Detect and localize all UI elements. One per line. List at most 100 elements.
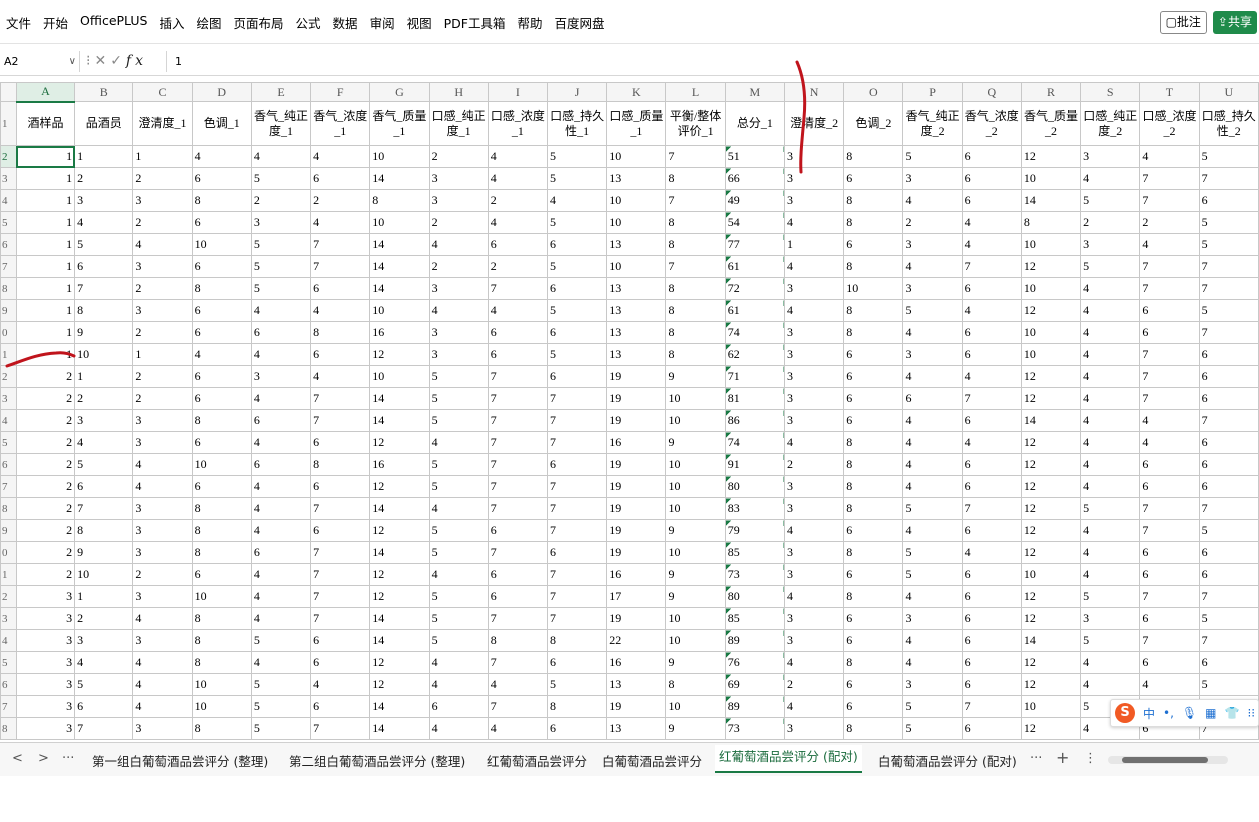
table-cell[interactable]: 83 — [724, 739, 785, 740]
header-cell[interactable]: 口感_持久性_1 — [546, 101, 608, 146]
table-cell[interactable]: 6 — [961, 475, 1022, 498]
table-cell[interactable]: 4 — [310, 673, 371, 696]
table-cell[interactable]: 14 — [369, 695, 430, 718]
table-cell[interactable]: 12 — [1020, 739, 1082, 740]
table-cell[interactable]: 10 — [665, 629, 726, 652]
table-cell[interactable]: 7 — [74, 277, 134, 300]
table-cell[interactable]: 4 — [783, 211, 845, 234]
table-cell[interactable]: 6 — [843, 167, 904, 190]
table-cell[interactable]: 8 — [665, 167, 726, 190]
table-cell[interactable]: 19 — [606, 519, 667, 542]
row-header[interactable]: 6 — [0, 233, 17, 256]
table-cell[interactable]: 8 — [191, 189, 252, 212]
table-cell[interactable]: 19 — [606, 497, 667, 520]
table-cell[interactable]: 5 — [250, 167, 312, 190]
table-cell[interactable]: 10 — [665, 695, 726, 718]
table-cell[interactable]: 3 — [74, 409, 134, 432]
table-cell[interactable]: 9 — [665, 431, 726, 454]
table-cell[interactable]: 7 — [487, 365, 548, 388]
table-cell[interactable]: 5 — [1080, 629, 1141, 652]
table-cell[interactable]: 4 — [310, 299, 371, 322]
table-cell[interactable]: 6 — [310, 475, 371, 498]
table-cell[interactable]: 4 — [250, 475, 312, 498]
table-cell[interactable]: 8 — [665, 673, 726, 696]
table-cell[interactable]: 14 — [1020, 629, 1082, 652]
menu-item[interactable]: 插入 — [159, 13, 184, 32]
table-cell[interactable]: 10 — [1020, 695, 1082, 718]
table-cell[interactable]: 8 — [191, 739, 252, 740]
column-header[interactable]: H — [428, 82, 489, 102]
table-cell[interactable]: 7 — [1139, 585, 1200, 608]
table-cell[interactable]: 4 — [1139, 145, 1200, 168]
table-cell[interactable]: 3 — [902, 277, 963, 300]
table-cell[interactable]: 6 — [487, 739, 548, 740]
row-header[interactable]: 2 — [0, 585, 17, 608]
table-cell[interactable]: 6 — [250, 453, 312, 476]
table-cell[interactable]: 2 — [15, 453, 76, 476]
table-cell[interactable]: 2 — [15, 519, 76, 542]
share-button[interactable]: ⇪共享 — [1212, 11, 1257, 34]
table-cell[interactable]: 7 — [1198, 255, 1259, 278]
table-cell[interactable]: 14 — [369, 167, 430, 190]
table-cell[interactable]: 10 — [74, 563, 134, 586]
table-cell[interactable]: 4 — [428, 673, 489, 696]
header-cell[interactable]: 平衡/整体评价_1 — [665, 101, 726, 146]
table-cell[interactable]: 10 — [665, 475, 726, 498]
table-cell[interactable]: 85 — [724, 607, 785, 630]
table-cell[interactable]: 4 — [1080, 541, 1141, 564]
table-cell[interactable]: 8 — [843, 497, 904, 520]
table-cell[interactable]: 5 — [1080, 255, 1141, 278]
table-cell[interactable]: 8 — [665, 343, 726, 366]
table-cell[interactable]: 8 — [191, 409, 252, 432]
table-cell[interactable]: 4 — [250, 519, 312, 542]
table-cell[interactable]: 9 — [665, 651, 726, 674]
table-cell[interactable]: 4 — [250, 607, 312, 630]
table-cell[interactable]: 8 — [843, 475, 904, 498]
table-cell[interactable]: 4 — [961, 431, 1022, 454]
table-cell[interactable]: 85 — [724, 541, 785, 564]
table-cell[interactable]: 8 — [665, 299, 726, 322]
table-cell[interactable]: 4 — [487, 673, 548, 696]
table-cell[interactable]: 4 — [1080, 453, 1141, 476]
table-cell[interactable]: 4 — [428, 299, 489, 322]
table-cell[interactable]: 3 — [132, 739, 193, 740]
table-cell[interactable]: 4 — [250, 563, 312, 586]
table-cell[interactable]: 6 — [902, 387, 963, 410]
ime-toolbar[interactable]: S 中 •, 🎙 ▦ 👕 ⁝⁝ — [1110, 699, 1259, 727]
table-cell[interactable]: 6 — [250, 321, 312, 344]
table-cell[interactable]: 12 — [369, 651, 430, 674]
table-cell[interactable]: 12 — [1020, 497, 1082, 520]
table-cell[interactable]: 6 — [843, 563, 904, 586]
table-cell[interactable]: 4 — [902, 453, 963, 476]
table-cell[interactable]: 6 — [546, 277, 608, 300]
table-cell[interactable]: 4 — [902, 255, 963, 278]
table-cell[interactable]: 9 — [665, 563, 726, 586]
table-cell[interactable]: 6 — [191, 211, 252, 234]
table-cell[interactable]: 3 — [783, 475, 845, 498]
table-cell[interactable]: 7 — [487, 409, 548, 432]
table-cell[interactable]: 2 — [132, 365, 193, 388]
apps-icon[interactable]: ⁝⁝ — [1247, 706, 1255, 720]
table-cell[interactable]: 6 — [310, 519, 371, 542]
table-cell[interactable]: 5 — [428, 365, 489, 388]
table-cell[interactable]: 6 — [961, 453, 1022, 476]
table-cell[interactable]: 10 — [191, 453, 252, 476]
table-cell[interactable]: 8 — [1020, 211, 1082, 234]
header-cell[interactable]: 澄清度_1 — [132, 101, 193, 146]
table-cell[interactable]: 8 — [191, 277, 252, 300]
table-cell[interactable]: 12 — [1020, 299, 1082, 322]
table-cell[interactable]: 5 — [428, 585, 489, 608]
table-cell[interactable]: 7 — [961, 387, 1022, 410]
punctuation-icon[interactable]: •, — [1163, 706, 1174, 720]
sheet-tab[interactable]: 白葡萄酒品尝评分 — [602, 751, 702, 770]
table-cell[interactable]: 8 — [191, 717, 252, 740]
table-cell[interactable]: 6 — [1139, 739, 1200, 740]
header-cell[interactable]: 口感_浓度_2 — [1139, 101, 1200, 146]
table-cell[interactable]: 1 — [15, 255, 76, 278]
table-cell[interactable]: 4 — [310, 211, 371, 234]
sheet-menu-button[interactable]: ⋮ — [1084, 751, 1097, 766]
table-cell[interactable]: 8 — [369, 189, 430, 212]
sheet-tab[interactable]: 白葡萄酒品尝评分 (配对) — [878, 751, 1017, 770]
table-cell[interactable]: 2 — [15, 497, 76, 520]
table-cell[interactable]: 13 — [606, 343, 667, 366]
